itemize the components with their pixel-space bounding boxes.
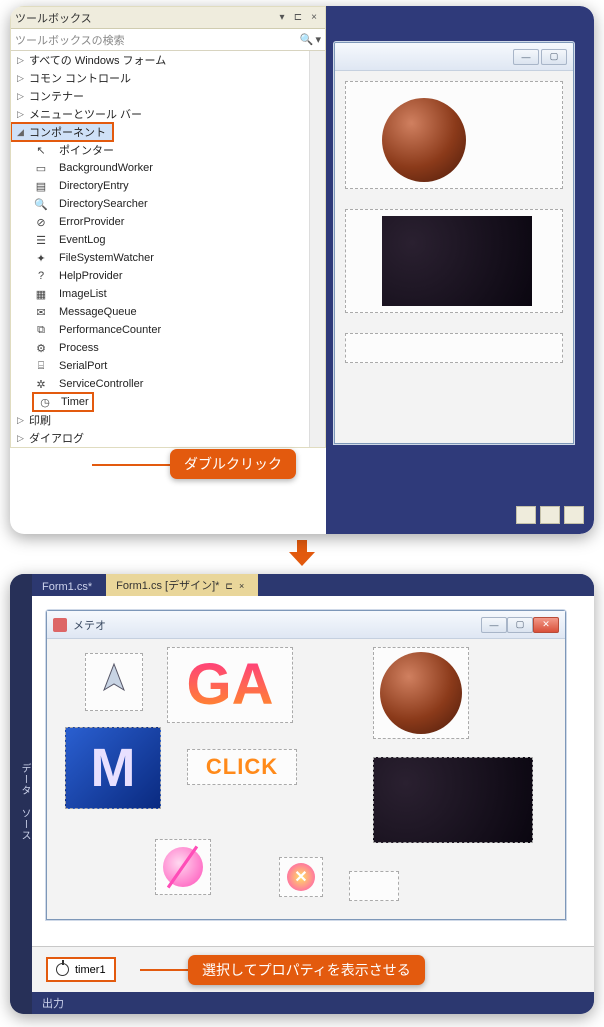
callout-double-click: ダブルクリック bbox=[170, 449, 296, 479]
dropdown-icon[interactable]: ▾ bbox=[275, 11, 289, 25]
pin-icon[interactable]: ⊏ bbox=[225, 581, 233, 591]
category-printing[interactable]: ▷印刷 bbox=[11, 411, 325, 429]
side-tab-datasource[interactable]: データ ソース bbox=[17, 761, 32, 843]
timer1-label: timer1 bbox=[75, 964, 106, 976]
minimize-button[interactable]: — bbox=[513, 49, 539, 65]
toolbox-search[interactable]: ツールボックスの検索 🔍 ▾ bbox=[11, 29, 325, 51]
timer1-component[interactable]: timer1 bbox=[46, 957, 116, 982]
helpprovider-icon: ? bbox=[33, 270, 49, 282]
form-window[interactable]: メテオ — ▢ ✕ GA bbox=[46, 610, 566, 920]
click-label: CLICK bbox=[206, 754, 278, 780]
toolbox-item-messagequeue[interactable]: ✉MessageQueue bbox=[11, 303, 325, 321]
picturebox-orb[interactable] bbox=[155, 839, 211, 895]
side-tabs: データ ソース サーバー エクスプローラー ツールボックス bbox=[10, 574, 32, 1014]
category-dialogs[interactable]: ▷ダイアログ bbox=[11, 429, 325, 447]
toolbox-item-performancecounter[interactable]: ⧉PerformanceCounter bbox=[11, 321, 325, 339]
performancecounter-icon: ⧉ bbox=[33, 324, 49, 337]
toolbox-item-backgroundworker[interactable]: ▭BackgroundWorker bbox=[11, 159, 325, 177]
toolbox-item-pointer[interactable]: ↖ポインター bbox=[11, 141, 325, 159]
picturebox-ship[interactable] bbox=[85, 653, 143, 711]
timer-icon bbox=[56, 963, 69, 976]
form-maximize-button[interactable]: ▢ bbox=[507, 617, 533, 633]
picturebox-m[interactable]: M bbox=[65, 727, 161, 809]
toolbox-title: ツールボックス bbox=[15, 10, 273, 26]
category-menus-toolbars[interactable]: ▷メニューとツール バー bbox=[11, 105, 325, 123]
eventlog-icon: ☰ bbox=[33, 234, 49, 247]
picturebox-planet[interactable] bbox=[373, 647, 469, 739]
search-placeholder: ツールボックスの検索 bbox=[15, 32, 298, 48]
form-preview: — ▢ bbox=[334, 42, 574, 444]
pin-icon[interactable]: ⊏ bbox=[291, 11, 305, 25]
directorysearcher-icon: 🔍 bbox=[33, 198, 49, 211]
m-label: M bbox=[91, 737, 136, 799]
align-tool-3[interactable] bbox=[564, 506, 584, 524]
toolbox-item-imagelist[interactable]: ▦ImageList bbox=[11, 285, 325, 303]
form-title: メテオ bbox=[73, 617, 481, 633]
form-icon bbox=[53, 618, 67, 632]
servicecontroller-icon: ✲ bbox=[33, 378, 49, 391]
pointer-icon: ↖ bbox=[33, 144, 49, 157]
toolbox-pane: ツールボックス ▾ ⊏ × ツールボックスの検索 🔍 ▾ ▷すべての Windo… bbox=[10, 6, 326, 448]
picturebox-x[interactable]: ✕ bbox=[279, 857, 323, 897]
timer-icon: ◷ bbox=[37, 396, 53, 409]
toolbox-item-helpprovider[interactable]: ?HelpProvider bbox=[11, 267, 325, 285]
picture-space bbox=[345, 209, 563, 313]
tab-form1-cs[interactable]: Form1.cs* bbox=[32, 578, 106, 596]
toolbox-item-directorysearcher[interactable]: 🔍DirectorySearcher bbox=[11, 195, 325, 213]
callout-select-properties: 選択してプロパティを表示させる bbox=[188, 955, 425, 985]
component-tray: timer1 選択してプロパティを表示させる bbox=[32, 946, 594, 992]
picturebox-empty[interactable] bbox=[349, 871, 399, 901]
picturebox-click[interactable]: CLICK bbox=[187, 749, 297, 785]
category-common-controls[interactable]: ▷コモン コントロール bbox=[11, 69, 325, 87]
close-icon[interactable]: × bbox=[307, 11, 321, 25]
directoryentry-icon: ▤ bbox=[33, 180, 49, 193]
search-dropdown-icon[interactable]: ▾ bbox=[315, 33, 321, 46]
picturebox-ga[interactable]: GA bbox=[167, 647, 293, 723]
process-icon: ⚙ bbox=[33, 342, 49, 355]
form-close-button[interactable]: ✕ bbox=[533, 617, 559, 633]
picture-planet bbox=[345, 81, 563, 189]
toolbox-item-directoryentry[interactable]: ▤DirectoryEntry bbox=[11, 177, 325, 195]
search-icon[interactable]: 🔍 bbox=[300, 33, 314, 46]
toolbox-tree: ▷すべての Windows フォーム ▷コモン コントロール ▷コンテナー ▷メ… bbox=[11, 51, 325, 447]
align-tool-2[interactable] bbox=[540, 506, 560, 524]
callout-connector-2 bbox=[140, 969, 190, 971]
toolbox-item-eventlog[interactable]: ☰EventLog bbox=[11, 231, 325, 249]
category-containers[interactable]: ▷コンテナー bbox=[11, 87, 325, 105]
toolbox-titlebar: ツールボックス ▾ ⊏ × bbox=[11, 7, 325, 29]
ga-label: GA bbox=[187, 659, 274, 711]
toolbox-item-serialport[interactable]: ⌸SerialPort bbox=[11, 357, 325, 375]
toolbox-item-filesystemwatcher[interactable]: ✦FileSystemWatcher bbox=[11, 249, 325, 267]
close-tab-icon[interactable]: × bbox=[239, 581, 244, 591]
filesystemwatcher-icon: ✦ bbox=[33, 252, 49, 265]
errorprovider-icon: ⊘ bbox=[33, 216, 49, 229]
toolbox-item-servicecontroller[interactable]: ✲ServiceController bbox=[11, 375, 325, 393]
design-surface[interactable]: メテオ — ▢ ✕ GA bbox=[32, 596, 594, 946]
picture-empty bbox=[345, 333, 563, 363]
designer-preview: — ▢ bbox=[326, 6, 594, 534]
tab-form1-design[interactable]: Form1.cs [デザイン]*⊏× bbox=[106, 574, 258, 596]
category-all-windows-forms[interactable]: ▷すべての Windows フォーム bbox=[11, 51, 325, 69]
toolbox-item-errorprovider[interactable]: ⊘ErrorProvider bbox=[11, 213, 325, 231]
serialport-icon: ⌸ bbox=[33, 360, 49, 373]
category-components[interactable]: ◢コンポーネント bbox=[11, 123, 113, 141]
messagequeue-icon: ✉ bbox=[33, 306, 49, 319]
toolbox-item-timer[interactable]: ◷Timer bbox=[33, 393, 93, 411]
toolbox-scrollbar[interactable] bbox=[309, 51, 325, 447]
align-tool-1[interactable] bbox=[516, 506, 536, 524]
callout-connector bbox=[92, 464, 172, 466]
backgroundworker-icon: ▭ bbox=[33, 162, 49, 175]
form-titlebar: メテオ — ▢ ✕ bbox=[47, 611, 565, 639]
picturebox-space[interactable] bbox=[373, 757, 533, 843]
document-tabs: Form1.cs* Form1.cs [デザイン]*⊏× bbox=[32, 574, 594, 596]
maximize-button[interactable]: ▢ bbox=[541, 49, 567, 65]
down-arrow-icon bbox=[287, 538, 317, 568]
toolbox-item-process[interactable]: ⚙Process bbox=[11, 339, 325, 357]
output-panel-header[interactable]: 出力 bbox=[32, 992, 594, 1014]
imagelist-icon: ▦ bbox=[33, 288, 49, 301]
form-minimize-button[interactable]: — bbox=[481, 617, 507, 633]
